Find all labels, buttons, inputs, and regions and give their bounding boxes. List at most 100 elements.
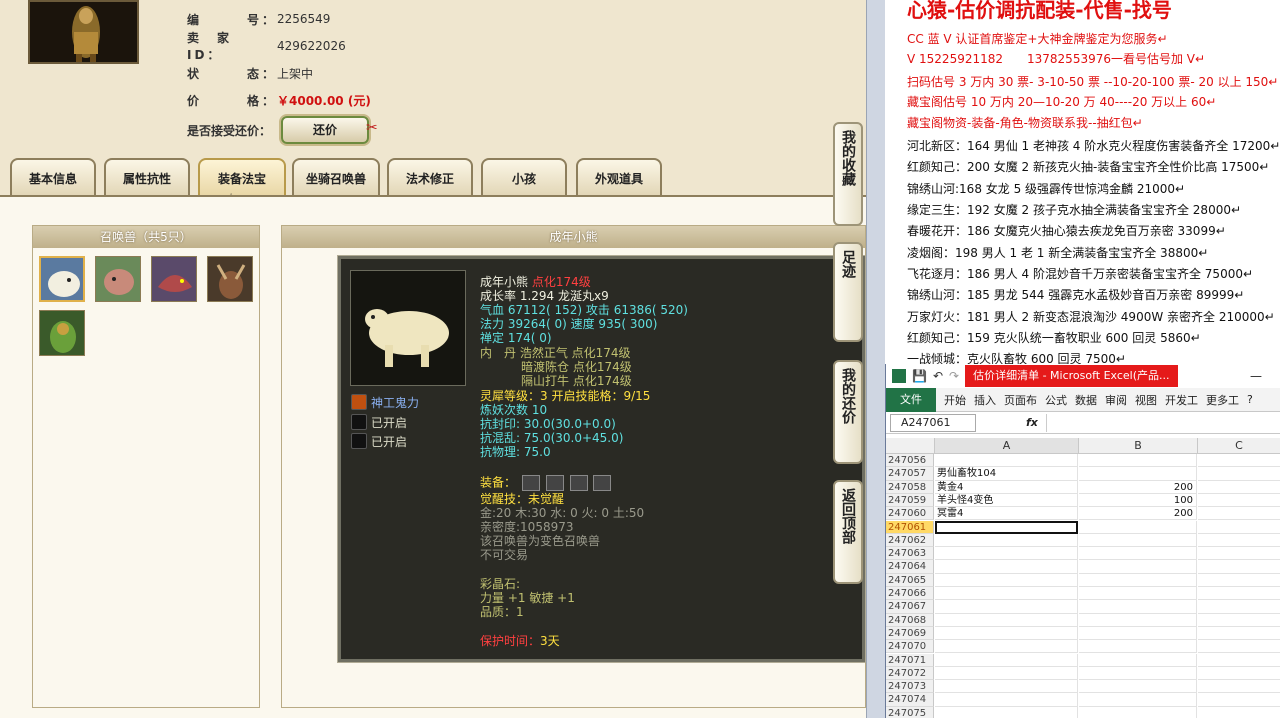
cell-b[interactable]: [1079, 467, 1197, 481]
cell-c[interactable]: [1198, 587, 1280, 601]
pet-thumb-thunder[interactable]: [39, 310, 85, 356]
cell-b[interactable]: [1079, 454, 1197, 468]
cell-c[interactable]: [1198, 693, 1280, 707]
cell-b[interactable]: [1079, 520, 1197, 534]
cell-a[interactable]: [935, 613, 1078, 627]
formula-input[interactable]: [1045, 413, 1280, 432]
select-all-corner[interactable]: [886, 438, 935, 454]
row-number[interactable]: 247065: [886, 573, 934, 587]
cell-b[interactable]: [1079, 600, 1197, 614]
cell-b[interactable]: [1079, 693, 1197, 707]
tab-appearance[interactable]: 外观道具: [576, 158, 662, 196]
row-number[interactable]: 247057: [886, 467, 934, 481]
my-favorites-button[interactable]: 我的收藏: [833, 122, 863, 226]
tab-equipment[interactable]: 装备法宝: [198, 158, 286, 196]
ribbon-tab-home[interactable]: 开始: [940, 392, 970, 408]
pet-thumb-bear[interactable]: [39, 256, 85, 302]
ribbon-tab-formulas[interactable]: 公式: [1041, 392, 1071, 408]
row-number[interactable]: 247074: [886, 693, 934, 707]
row-number[interactable]: 247067: [886, 600, 934, 614]
cell-b[interactable]: [1079, 666, 1197, 681]
row-number[interactable]: 247063: [886, 547, 934, 561]
ribbon-tab-review[interactable]: 审阅: [1101, 392, 1131, 408]
cell-a[interactable]: [935, 573, 1078, 587]
row-number[interactable]: 247073: [886, 680, 934, 694]
cell-b[interactable]: [1079, 533, 1197, 548]
my-counter-offers-button[interactable]: 我的还价: [833, 360, 863, 464]
cell-b[interactable]: [1079, 640, 1197, 654]
cell-b[interactable]: [1079, 547, 1197, 561]
cell-a[interactable]: [935, 454, 1078, 468]
column-header-a[interactable]: A: [935, 438, 1079, 454]
cell-b[interactable]: [1079, 573, 1197, 587]
help-icon[interactable]: ?: [1247, 393, 1253, 406]
back-to-top-button[interactable]: 返回顶部: [833, 480, 863, 584]
name-box[interactable]: A247061: [890, 413, 976, 432]
row-number[interactable]: 247060: [886, 507, 934, 521]
cell-b[interactable]: [1079, 626, 1197, 641]
row-number[interactable]: 247064: [886, 560, 934, 574]
redo-icon[interactable]: ↷: [949, 369, 959, 383]
cell-a[interactable]: [935, 666, 1078, 681]
equip-icon-1[interactable]: [521, 475, 540, 491]
row-number[interactable]: 247075: [886, 706, 934, 718]
cell-b[interactable]: 200: [1079, 507, 1197, 521]
counter-offer-button[interactable]: 还价: [281, 116, 369, 144]
cell-c[interactable]: [1198, 707, 1280, 718]
ribbon-tab-page-layout[interactable]: 页面布: [1000, 392, 1041, 408]
pet-thumb-dragon[interactable]: [151, 256, 197, 302]
fx-icon[interactable]: fx: [1026, 416, 1038, 429]
cell-c[interactable]: [1198, 481, 1280, 494]
tab-attributes[interactable]: 属性抗性: [104, 158, 190, 196]
cell-b[interactable]: 100: [1079, 493, 1197, 508]
cell-c[interactable]: [1198, 494, 1280, 508]
ribbon-file-tab[interactable]: 文件: [886, 387, 936, 412]
cell-a[interactable]: [935, 533, 1078, 548]
tab-basic-info[interactable]: 基本信息: [10, 158, 96, 196]
ribbon-tab-more[interactable]: 更多工: [1202, 392, 1243, 408]
cell-c[interactable]: [1198, 667, 1280, 681]
row-number[interactable]: 247059: [886, 493, 934, 508]
cell-a[interactable]: 男仙畜牧104: [935, 467, 1078, 481]
footprint-button[interactable]: 足迹: [833, 242, 863, 342]
cell-a[interactable]: [935, 626, 1078, 641]
row-number[interactable]: 247056: [886, 454, 934, 468]
row-number[interactable]: 247068: [886, 613, 934, 627]
cell-a[interactable]: 冥雷4: [935, 507, 1078, 521]
cell-a[interactable]: 黄金4: [935, 480, 1078, 494]
cell-a[interactable]: [935, 693, 1078, 707]
cell-c[interactable]: [1198, 627, 1280, 641]
cell-c[interactable]: [1198, 600, 1280, 614]
cell-a[interactable]: [935, 560, 1078, 574]
cell-c[interactable]: [1198, 507, 1280, 521]
cell-a[interactable]: 羊头怪4变色: [935, 493, 1078, 508]
row-number[interactable]: 247066: [886, 587, 934, 601]
cell-a[interactable]: [935, 640, 1078, 654]
cell-c[interactable]: [1198, 521, 1280, 534]
cell-a[interactable]: [935, 547, 1078, 561]
cell-a[interactable]: [935, 653, 1078, 667]
cell-c[interactable]: [1198, 574, 1280, 587]
tab-spell-correction[interactable]: 法术修正: [387, 158, 473, 196]
ribbon-tab-data[interactable]: 数据: [1071, 392, 1101, 408]
cell-b[interactable]: [1079, 560, 1197, 574]
cell-b[interactable]: [1079, 680, 1197, 694]
cell-c[interactable]: [1198, 654, 1280, 667]
column-header-c[interactable]: C: [1198, 438, 1280, 454]
save-icon[interactable]: 💾: [912, 369, 927, 383]
cell-c[interactable]: [1198, 640, 1280, 654]
pet-thumb-goat[interactable]: [207, 256, 253, 302]
undo-icon[interactable]: ↶: [933, 369, 943, 383]
column-header-b[interactable]: B: [1079, 438, 1198, 454]
cell-c[interactable]: [1198, 560, 1280, 574]
equip-icon-4[interactable]: [593, 475, 612, 491]
cell-b[interactable]: [1079, 653, 1197, 667]
minimize-icon[interactable]: —: [1250, 369, 1262, 383]
row-number[interactable]: 247070: [886, 640, 934, 654]
row-number[interactable]: 247072: [886, 666, 934, 681]
cell-c[interactable]: [1198, 467, 1280, 481]
cell-a[interactable]: [935, 680, 1078, 694]
cell-b[interactable]: [1079, 613, 1197, 627]
ribbon-tab-developer[interactable]: 开发工: [1161, 392, 1202, 408]
equip-icon-3[interactable]: [569, 475, 588, 491]
